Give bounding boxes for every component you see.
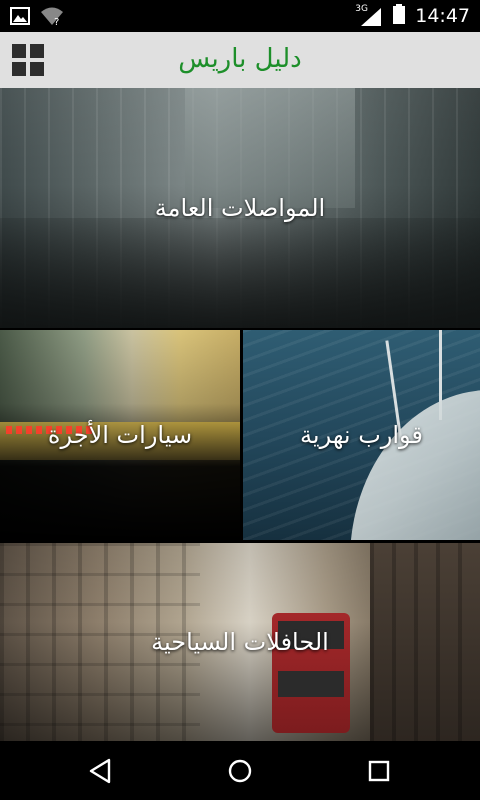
battery-icon	[393, 4, 406, 28]
tile-label: المواصلات العامة	[154, 194, 326, 222]
signal-icon: 3G	[355, 4, 383, 26]
status-bar: ? 3G 14:47	[0, 0, 480, 32]
image-icon	[10, 7, 30, 29]
metro-image	[185, 88, 355, 208]
svg-text:?: ?	[54, 17, 59, 26]
tile-taxis[interactable]: سيارات الأجرة	[0, 330, 240, 540]
tile-tour-buses[interactable]: الحافلات السياحية	[0, 543, 480, 741]
wifi-icon: ?	[40, 6, 64, 30]
back-icon[interactable]	[85, 755, 117, 787]
tile-river-boats[interactable]: قوارب نهرية	[243, 330, 480, 540]
tile-label: سيارات الأجرة	[47, 421, 193, 449]
tile-label: الحافلات السياحية	[151, 628, 329, 656]
app-title: دليل باريس	[178, 44, 302, 74]
tile-label: قوارب نهرية	[300, 421, 423, 449]
home-icon[interactable]	[224, 755, 256, 787]
boat-image	[350, 390, 480, 540]
clock: 14:47	[415, 5, 470, 27]
app-bar: دليل باريس	[0, 32, 480, 88]
tile-public-transport[interactable]: المواصلات العامة	[0, 88, 480, 328]
navigation-bar	[0, 741, 480, 800]
recent-apps-icon[interactable]	[363, 755, 395, 787]
